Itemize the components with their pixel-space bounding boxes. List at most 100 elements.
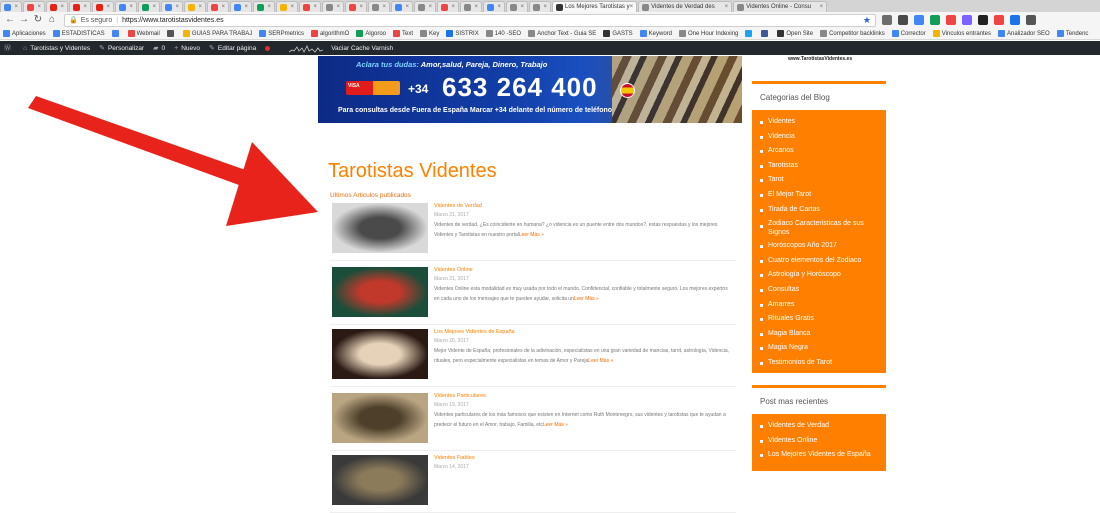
browser-tab-pinned[interactable]: × — [207, 1, 229, 12]
post-title-link[interactable]: Videntes de Verdad — [434, 203, 482, 209]
tab-close-icon[interactable]: × — [474, 4, 478, 10]
browser-tab-pinned[interactable]: × — [69, 1, 91, 12]
browser-tab-pinned[interactable]: × — [23, 1, 45, 12]
bookmark-item[interactable]: Webmail — [127, 30, 160, 37]
browser-tab-pinned[interactable]: × — [276, 1, 298, 12]
browser-tab-pinned[interactable]: × — [161, 1, 183, 12]
post-thumbnail[interactable] — [332, 203, 428, 253]
tab-close-icon[interactable]: × — [405, 4, 409, 10]
address-bar[interactable]: 🔒 Es seguro | https://www.tarotistasvide… — [64, 13, 876, 27]
post-title-link[interactable]: Los Mejores Videntes de España — [434, 329, 515, 335]
bookmark-item[interactable] — [761, 30, 770, 37]
tab-close-icon[interactable]: × — [630, 4, 634, 10]
bookmark-item[interactable]: Vinculos entrantes — [932, 30, 991, 37]
bookmark-item[interactable]: One Hour Indexing — [679, 30, 738, 37]
browser-tab-pinned[interactable]: × — [46, 1, 68, 12]
tab-close-icon[interactable]: × — [37, 4, 41, 10]
forward-button[interactable]: → — [18, 14, 30, 26]
tab-close-icon[interactable]: × — [60, 4, 64, 10]
tab-close-icon[interactable]: × — [359, 4, 363, 10]
category-link[interactable]: Cuatro elementos del Zodiaco — [760, 254, 880, 269]
wp-customize[interactable]: ✎ Personalizar — [99, 44, 144, 53]
extension-icon[interactable] — [946, 15, 956, 25]
tab-close-icon[interactable]: × — [520, 4, 524, 10]
reload-button[interactable]: ↻ — [32, 14, 44, 26]
extension-icon[interactable] — [1010, 15, 1020, 25]
bookmark-item[interactable]: ESTADISTICAS — [52, 30, 105, 37]
bookmark-star-icon[interactable]: ★ — [863, 15, 871, 26]
tab-close-icon[interactable]: × — [543, 4, 547, 10]
tab-close-icon[interactable]: × — [221, 4, 225, 10]
extension-icon[interactable] — [930, 15, 940, 25]
extension-icon[interactable] — [978, 15, 988, 25]
category-link[interactable]: Astrología y Horóscopo — [760, 268, 880, 283]
tab-close-icon[interactable]: × — [725, 4, 729, 10]
bookmark-item[interactable]: Corrector — [891, 30, 926, 37]
recent-post-link[interactable]: Los Mejores Videntes de España — [760, 448, 880, 463]
bookmark-item[interactable]: Key — [420, 30, 439, 37]
bookmark-item[interactable]: algorithmO — [310, 30, 349, 37]
wp-new[interactable]: + Nuevo — [174, 45, 200, 52]
tab-close-icon[interactable]: × — [497, 4, 501, 10]
browser-tab-pinned[interactable]: × — [437, 1, 459, 12]
wp-logo-menu[interactable]: Ⓦ — [4, 43, 14, 53]
tab-close-icon[interactable]: × — [313, 4, 317, 10]
tab-close-icon[interactable]: × — [336, 4, 340, 10]
phone-banner[interactable]: Aclara tus dudas: Amor,salud, Pareja, Di… — [318, 56, 742, 123]
tab-close-icon[interactable]: × — [106, 4, 110, 10]
extension-icon[interactable] — [962, 15, 972, 25]
wp-purge-cache[interactable]: Vaciar Cache Varnish — [331, 45, 393, 52]
tab-close-icon[interactable]: × — [428, 4, 432, 10]
read-more-link[interactable]: Leer Más » — [588, 358, 613, 364]
wp-site-name[interactable]: ⌂ Tarotistas y Videntes — [23, 45, 90, 52]
browser-tab-pinned[interactable]: × — [529, 1, 551, 12]
post-title-link[interactable]: Videntes Particulares — [434, 393, 486, 399]
url-text[interactable]: https://www.tarotistasvidentes.es — [122, 17, 224, 24]
post-title-link[interactable]: Videntes Fiables — [434, 455, 475, 461]
bookmark-item[interactable] — [166, 30, 176, 37]
bookmark-item[interactable]: Tendenc — [1056, 30, 1088, 37]
bookmark-item[interactable]: SISTRIX — [446, 30, 479, 37]
browser-tab-pinned[interactable]: × — [414, 1, 436, 12]
bookmark-item[interactable]: Aplicaciones — [3, 30, 46, 37]
browser-tab-pinned[interactable]: × — [184, 1, 206, 12]
tab-close-icon[interactable]: × — [451, 4, 455, 10]
bookmark-item[interactable]: Anchor Text - Guia SE — [528, 30, 596, 37]
category-link[interactable]: Magia Blanca — [760, 327, 880, 342]
browser-tab-pinned[interactable]: × — [483, 1, 505, 12]
category-link[interactable]: Videncia — [760, 130, 880, 145]
bookmark-item[interactable]: Open Site — [777, 30, 813, 37]
extension-icon[interactable] — [914, 15, 924, 25]
read-more-link[interactable]: Leer Más » — [543, 422, 568, 428]
bookmark-item[interactable]: Analizador SEO — [998, 30, 1050, 37]
browser-tab[interactable]: Videntes de Verdad des × — [638, 1, 733, 12]
browser-tab-pinned[interactable]: × — [0, 1, 22, 12]
category-link[interactable]: El Mejor Tarot — [760, 188, 880, 203]
bookmark-item[interactable]: Competitor backlinks — [820, 30, 885, 37]
bookmark-item[interactable]: Text — [393, 30, 413, 37]
post-title-link[interactable]: Videntes Online — [434, 267, 473, 273]
read-more-link[interactable]: Leer Más » — [574, 296, 599, 302]
category-link[interactable]: Arcanos — [760, 144, 880, 159]
browser-tab-pinned[interactable]: × — [230, 1, 252, 12]
browser-tab[interactable]: Los Mejores Tarotistas y × — [552, 1, 638, 12]
recent-post-link[interactable]: Videntes de Verdad — [760, 419, 880, 434]
browser-tab-pinned[interactable]: × — [368, 1, 390, 12]
bookmark-item[interactable]: GASTS — [603, 30, 633, 37]
tab-close-icon[interactable]: × — [198, 4, 202, 10]
post-thumbnail[interactable] — [332, 455, 428, 505]
bookmark-item[interactable] — [745, 30, 754, 37]
bookmark-item[interactable]: SERPmetrics — [259, 30, 304, 37]
read-more-link[interactable]: Leer Más » — [519, 232, 544, 238]
category-link[interactable]: Tirada de Cartas — [760, 203, 880, 218]
bookmark-item[interactable] — [111, 30, 121, 37]
category-link[interactable]: Zodiaco Caracteristicas de sus Signos — [760, 217, 880, 239]
category-link[interactable]: Videntes — [760, 115, 880, 130]
extension-icon[interactable] — [882, 15, 892, 25]
category-link[interactable]: Amarres — [760, 298, 880, 313]
browser-tab-pinned[interactable]: × — [460, 1, 482, 12]
back-button[interactable]: ← — [4, 14, 16, 26]
browser-tab-pinned[interactable]: × — [391, 1, 413, 12]
tab-close-icon[interactable]: × — [83, 4, 87, 10]
category-link[interactable]: Rituales Gratis — [760, 312, 880, 327]
